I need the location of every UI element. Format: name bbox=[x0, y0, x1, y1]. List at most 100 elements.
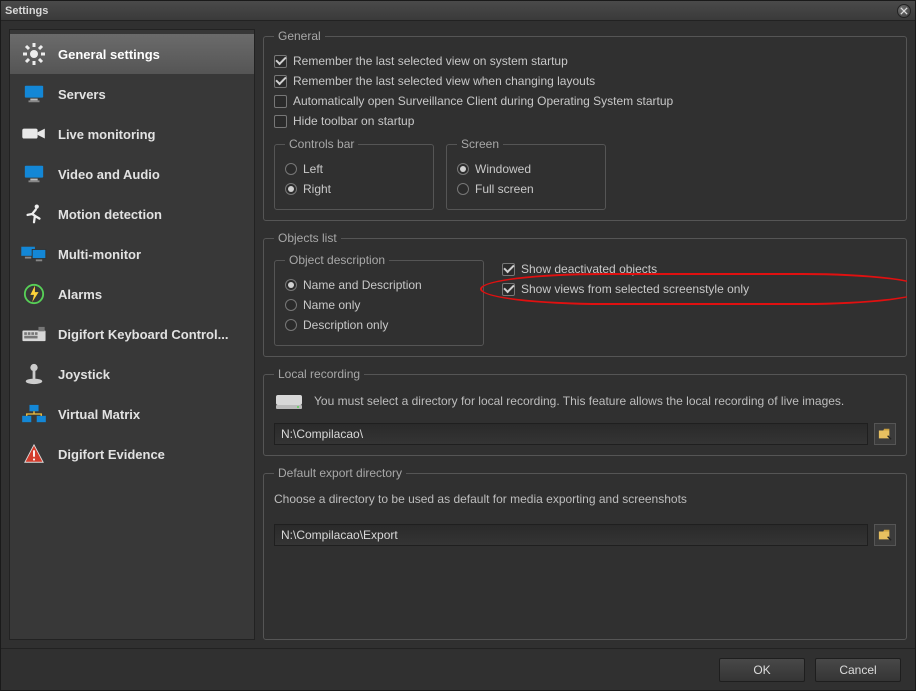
radio-controls-right-row[interactable]: Right bbox=[285, 179, 423, 199]
sidebar-item-multi-monitor[interactable]: Multi-monitor bbox=[10, 234, 254, 274]
sidebar-item-label: Digifort Keyboard Control... bbox=[58, 327, 228, 342]
radio-desc-only-row[interactable]: Description only bbox=[285, 315, 473, 335]
joystick-icon bbox=[20, 362, 48, 386]
check-label: Automatically open Surveillance Client d… bbox=[293, 94, 673, 108]
footer: OK Cancel bbox=[1, 648, 915, 690]
export-path-input[interactable] bbox=[274, 524, 868, 546]
local-recording-info: You must select a directory for local re… bbox=[314, 394, 844, 408]
cancel-button-label: Cancel bbox=[839, 663, 876, 677]
radio[interactable] bbox=[457, 183, 469, 195]
sidebar-item-label: Live monitoring bbox=[58, 127, 156, 142]
check-label: Remember the last selected view on syste… bbox=[293, 54, 568, 68]
sidebar-item-label: Alarms bbox=[58, 287, 102, 302]
settings-window: Settings General settings Servers bbox=[0, 0, 916, 691]
checkbox[interactable] bbox=[274, 55, 287, 68]
check-show-views-style-row[interactable]: Show views from selected screenstyle onl… bbox=[502, 279, 896, 299]
sidebar-item-general[interactable]: General settings bbox=[10, 34, 254, 74]
checkbox[interactable] bbox=[274, 115, 287, 128]
check-label: Hide toolbar on startup bbox=[293, 114, 414, 128]
cancel-button[interactable]: Cancel bbox=[815, 658, 901, 682]
check-auto-open-client-row[interactable]: Automatically open Surveillance Client d… bbox=[274, 91, 896, 111]
checkbox[interactable] bbox=[502, 283, 515, 296]
check-remember-startup-row[interactable]: Remember the last selected view on syste… bbox=[274, 51, 896, 71]
check-hide-toolbar-row[interactable]: Hide toolbar on startup bbox=[274, 111, 896, 131]
group-local-recording-legend: Local recording bbox=[274, 367, 364, 381]
radio-label: Right bbox=[303, 182, 331, 196]
radio-name-only-row[interactable]: Name only bbox=[285, 295, 473, 315]
radio-name-and-desc-row[interactable]: Name and Description bbox=[285, 275, 473, 295]
default-export-info: Choose a directory to be used as default… bbox=[274, 492, 896, 506]
check-remember-layouts-row[interactable]: Remember the last selected view when cha… bbox=[274, 71, 896, 91]
warning-triangle-icon bbox=[20, 442, 48, 466]
group-default-export-legend: Default export directory bbox=[274, 466, 406, 480]
radio[interactable] bbox=[285, 279, 297, 291]
sidebar-item-virtual-matrix[interactable]: Virtual Matrix bbox=[10, 394, 254, 434]
sidebar-item-label: Video and Audio bbox=[58, 167, 160, 182]
sidebar-item-label: Virtual Matrix bbox=[58, 407, 140, 422]
sidebar-item-motion-detection[interactable]: Motion detection bbox=[10, 194, 254, 234]
local-recording-path-input[interactable] bbox=[274, 423, 868, 445]
close-button[interactable] bbox=[897, 4, 911, 18]
check-label: Remember the last selected view when cha… bbox=[293, 74, 595, 88]
sidebar-item-live-monitoring[interactable]: Live monitoring bbox=[10, 114, 254, 154]
sidebar-item-label: Digifort Evidence bbox=[58, 447, 165, 462]
running-person-icon bbox=[20, 202, 48, 226]
group-general-legend: General bbox=[274, 29, 325, 43]
sidebar-item-video-audio[interactable]: Video and Audio bbox=[10, 154, 254, 194]
check-show-deactivated-row[interactable]: Show deactivated objects bbox=[502, 259, 896, 279]
sidebar-item-servers[interactable]: Servers bbox=[10, 74, 254, 114]
sidebar-item-alarms[interactable]: Alarms bbox=[10, 274, 254, 314]
group-default-export: Default export directory Choose a direct… bbox=[263, 466, 907, 640]
ok-button[interactable]: OK bbox=[719, 658, 805, 682]
radio-label: Name only bbox=[303, 298, 360, 312]
group-controls-bar-legend: Controls bar bbox=[285, 137, 358, 151]
folder-browse-icon bbox=[878, 427, 892, 441]
radio[interactable] bbox=[285, 183, 297, 195]
close-icon bbox=[900, 7, 908, 15]
sidebar-item-label: Joystick bbox=[58, 367, 110, 382]
radio[interactable] bbox=[457, 163, 469, 175]
group-objects-legend: Objects list bbox=[274, 231, 341, 245]
monitor-blue-icon bbox=[20, 162, 48, 186]
group-screen: Screen Windowed Full screen bbox=[446, 137, 606, 210]
sidebar-item-joystick[interactable]: Joystick bbox=[10, 354, 254, 394]
radio-label: Description only bbox=[303, 318, 388, 332]
camera-icon bbox=[20, 122, 48, 146]
check-label: Show views from selected screenstyle onl… bbox=[521, 282, 749, 296]
radio-label: Full screen bbox=[475, 182, 534, 196]
gear-icon bbox=[20, 42, 48, 66]
window-title: Settings bbox=[5, 5, 48, 17]
radio-label: Left bbox=[303, 162, 323, 176]
browse-export-button[interactable] bbox=[874, 524, 896, 546]
network-icon bbox=[20, 402, 48, 426]
radio[interactable] bbox=[285, 299, 297, 311]
titlebar: Settings bbox=[1, 1, 915, 21]
radio-controls-left-row[interactable]: Left bbox=[285, 159, 423, 179]
ok-button-label: OK bbox=[753, 663, 770, 677]
sidebar-item-keyboard-controller[interactable]: Digifort Keyboard Control... bbox=[10, 314, 254, 354]
radio[interactable] bbox=[285, 319, 297, 331]
radio-screen-windowed-row[interactable]: Windowed bbox=[457, 159, 595, 179]
sidebar-item-evidence[interactable]: Digifort Evidence bbox=[10, 434, 254, 474]
multi-monitor-icon bbox=[20, 242, 48, 266]
folder-browse-icon bbox=[878, 528, 892, 542]
content-panel: General Remember the last selected view … bbox=[263, 29, 907, 640]
checkbox[interactable] bbox=[274, 75, 287, 88]
group-object-description: Object description Name and Description … bbox=[274, 253, 484, 346]
browse-local-recording-button[interactable] bbox=[874, 423, 896, 445]
group-object-description-legend: Object description bbox=[285, 253, 389, 267]
checkbox[interactable] bbox=[502, 263, 515, 276]
sidebar-item-label: Servers bbox=[58, 87, 106, 102]
keyboard-icon bbox=[20, 322, 48, 346]
radio-label: Name and Description bbox=[303, 278, 422, 292]
radio-screen-fullscreen-row[interactable]: Full screen bbox=[457, 179, 595, 199]
check-label: Show deactivated objects bbox=[521, 262, 657, 276]
sidebar-item-label: General settings bbox=[58, 47, 160, 62]
group-general: General Remember the last selected view … bbox=[263, 29, 907, 221]
group-objects-list: Objects list Object description Name and… bbox=[263, 231, 907, 357]
radio[interactable] bbox=[285, 163, 297, 175]
sidebar: General settings Servers Live monitoring… bbox=[9, 29, 255, 640]
group-local-recording: Local recording You must select a direct… bbox=[263, 367, 907, 456]
monitor-icon bbox=[20, 82, 48, 106]
checkbox[interactable] bbox=[274, 95, 287, 108]
